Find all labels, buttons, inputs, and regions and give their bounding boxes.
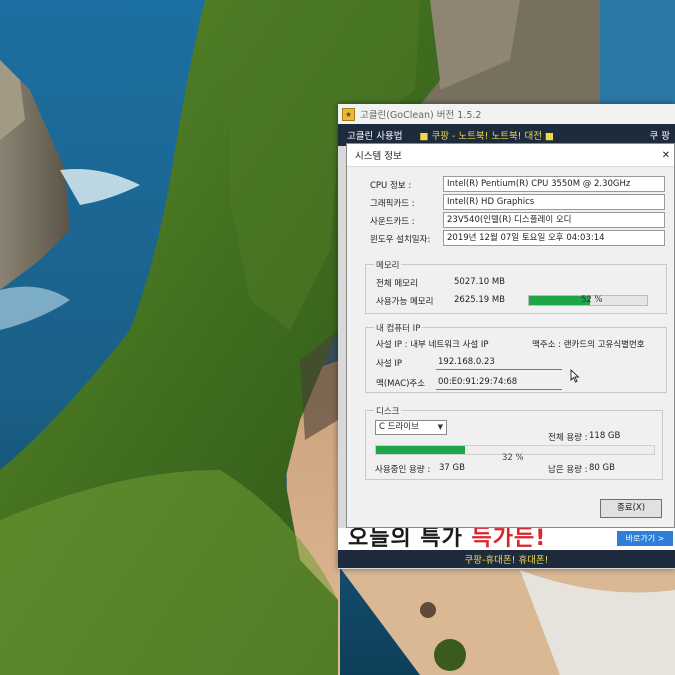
disk-progress-fill xyxy=(376,446,465,454)
disk-total-value: 118 GB xyxy=(589,431,621,441)
disk-free-label: 남은 용량 : xyxy=(548,465,588,475)
sound-label: 사운드카드 : xyxy=(370,217,415,227)
graphics-label: 그래픽카드 : xyxy=(370,199,415,209)
available-memory-label: 사용가능 메모리 xyxy=(376,297,434,307)
ad-headline-end: 득가든! xyxy=(471,528,547,550)
ad-headline-start: 오늘의 xyxy=(348,528,421,550)
dialog-titlebar[interactable]: 시스템 정보 ✕ xyxy=(347,144,674,167)
network-group: 내 컴퓨터 IP 사설 IP : 내부 네트워크 사설 IP 맥주소 : 랜카드… xyxy=(365,322,667,393)
system-info-dialog: 시스템 정보 ✕ CPU 정보 : Intel(R) Pentium(R) CP… xyxy=(346,143,675,528)
mac-address-underline xyxy=(436,389,562,390)
total-memory-label: 전체 메모리 xyxy=(376,279,418,289)
chevron-down-icon: ▼ xyxy=(437,423,443,431)
disk-total-label: 전체 용량 : xyxy=(548,433,588,443)
memory-legend: 메모리 xyxy=(374,259,402,271)
ad-headline-mid: 특가 xyxy=(420,528,472,550)
private-ip-underline xyxy=(436,369,562,370)
drive-select[interactable]: C 드라이브 ▼ xyxy=(375,420,447,435)
bottom-banner-text: 쿠팡-휴대폰! 휴대폰! xyxy=(464,555,549,566)
install-date-label: 윈도우 설치일자: xyxy=(370,235,431,245)
menu-item-usage-guide[interactable]: 고클린 사용법 xyxy=(338,128,411,142)
total-memory-value: 5027.10 MB xyxy=(454,277,506,287)
exit-button[interactable]: 종료(X) xyxy=(600,499,662,518)
mouse-cursor-icon xyxy=(570,369,580,383)
mac-address-label: 맥(MAC)주소 xyxy=(376,379,426,389)
close-icon[interactable]: ✕ xyxy=(660,150,672,161)
disk-percent: 32 % xyxy=(502,453,524,463)
disk-free-value: 80 GB xyxy=(589,463,615,473)
disk-legend: 디스크 xyxy=(374,405,402,417)
cpu-field: Intel(R) Pentium(R) CPU 3550M @ 2.30GHz xyxy=(443,176,665,192)
mac-address-value: 00:E0:91:29:74:68 xyxy=(438,377,518,387)
goclean-app-icon: ★ xyxy=(342,107,355,121)
drive-select-value: C 드라이브 xyxy=(379,422,419,432)
ad-strip[interactable]: 오늘의 특가 득가든! 바로가기 > xyxy=(338,528,675,550)
private-ip-value: 192.168.0.23 xyxy=(438,357,495,367)
private-ip-note: 사설 IP : 내부 네트워크 사설 IP xyxy=(376,340,489,350)
cpu-label: CPU 정보 : xyxy=(370,181,412,191)
private-ip-label: 사설 IP xyxy=(376,359,402,369)
sound-field: 23V540(인텔(R) 디스플레이 오디 xyxy=(443,212,665,228)
network-legend: 내 컴퓨터 IP xyxy=(374,322,423,334)
memory-percent: 52 % xyxy=(581,295,603,305)
disk-group: 디스크 C 드라이브 ▼ 전체 용량 : 118 GB 32 % 사용중인 용량… xyxy=(365,405,663,480)
ad-go-button[interactable]: 바로가기 > xyxy=(617,531,673,546)
menu-item-coupang[interactable]: 쿠 팡 xyxy=(650,128,671,142)
app-title: 고클린(GoClean) 버전 1.5.2 xyxy=(360,110,482,121)
promo-banner-link[interactable]: ■ 쿠팡 - 노트북! 노트북! 대전 ■ xyxy=(419,128,554,142)
app-titlebar[interactable]: ★ 고클린(GoClean) 버전 1.5.2 xyxy=(338,104,675,124)
graphics-field: Intel(R) HD Graphics xyxy=(443,194,665,210)
disk-used-value: 37 GB xyxy=(439,463,465,473)
dialog-title: 시스템 정보 xyxy=(355,151,402,162)
disk-used-label: 사용중인 용량 : xyxy=(375,465,431,475)
memory-group: 메모리 전체 메모리 5027.10 MB 사용가능 메모리 2625.19 M… xyxy=(365,259,667,314)
bottom-banner[interactable]: 쿠팡-휴대폰! 휴대폰! xyxy=(338,550,675,568)
memory-progress-bar: 52 % xyxy=(528,295,648,306)
ad-headline: 오늘의 특가 득가든! xyxy=(348,528,546,550)
install-date-field: 2019년 12월 07일 토요일 오후 04:03:14 xyxy=(443,230,665,246)
available-memory-value: 2625.19 MB xyxy=(454,295,506,305)
mac-address-note: 맥주소 : 랜카드의 고유식별번호 xyxy=(532,340,645,350)
